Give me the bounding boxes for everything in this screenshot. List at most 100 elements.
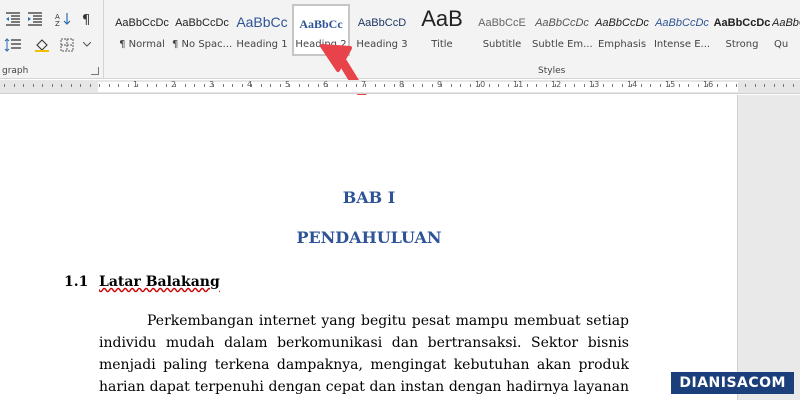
ruler-tick: [213, 84, 214, 87]
paragraph-group: AZ ¶ graph: [0, 0, 104, 79]
ruler-tick: [51, 84, 53, 87]
ruler-number: 13: [589, 80, 600, 89]
style-quote[interactable]: AaBbCcDc Qu: [772, 6, 800, 56]
document-area: BAB I PENDAHULUAN 1.1 Latar Balakang Per…: [0, 95, 800, 400]
ruler-tick: [716, 84, 718, 87]
ruler-number: 12: [551, 80, 562, 89]
ruler-tick: [412, 84, 414, 87]
ruler-tick: [127, 84, 129, 87]
line-spacing-button[interactable]: [4, 36, 22, 54]
ruler-tick: [574, 84, 575, 87]
ruler-tick: [374, 84, 376, 87]
ruler-tick: [346, 84, 347, 87]
ruler-tick: [251, 84, 252, 87]
sort-icon: AZ: [55, 13, 71, 26]
style-title[interactable]: AaB Title: [412, 6, 472, 56]
ruler-tick: [631, 84, 632, 87]
style-strong[interactable]: AaBbCcDc Strong: [712, 6, 772, 56]
sort-button[interactable]: AZ: [54, 10, 72, 28]
shading-button[interactable]: [34, 36, 52, 54]
chapter-subtitle: PENDAHULUAN: [296, 228, 442, 247]
ruler-tick: [460, 84, 461, 87]
ruler-tick: [726, 84, 727, 87]
style-heading-3[interactable]: AaBbCcD Heading 3: [352, 6, 412, 56]
ruler-tick: [441, 84, 442, 87]
pilcrow-icon: ¶: [82, 13, 90, 26]
ruler-tick: [498, 84, 499, 87]
ruler[interactable]: 1 2 3 4 5 6 7 8 9 10 11 12 13 14 15 16: [0, 80, 800, 94]
ruler-tick: [669, 84, 670, 87]
svg-text:¶: ¶: [82, 13, 90, 26]
ruler-tick: [564, 84, 566, 87]
style-subtitle[interactable]: AaBbCcE Subtitle: [472, 6, 532, 56]
borders-button[interactable]: [58, 36, 76, 54]
style-name: Intense E...: [653, 39, 711, 50]
ruler-tick: [735, 84, 737, 87]
heading-number: 1.1: [64, 274, 89, 290]
ruler-tick: [488, 84, 490, 87]
ruler-tick: [583, 84, 585, 87]
ruler-tick: [89, 84, 91, 87]
ruler-tick: [61, 84, 62, 87]
style-sample: AaBbCcDc: [713, 17, 771, 29]
show-formatting-button[interactable]: ¶: [78, 10, 96, 28]
ruler-tick: [792, 84, 794, 87]
ruler-tick: [42, 84, 43, 87]
style-sample: AaBbCcDc: [175, 17, 229, 29]
ruler-tick: [279, 84, 281, 87]
ruler-tick: [355, 84, 357, 87]
ruler-tick: [270, 84, 271, 87]
decrease-indent-icon: [6, 12, 20, 26]
ruler-tick: [13, 84, 15, 87]
ribbon: AZ ¶ graph AaBbCcDc ¶ Normal AaBbCcDc ¶ …: [0, 0, 800, 99]
ruler-tick: [32, 84, 34, 87]
ruler-tick: [232, 84, 233, 87]
style-normal[interactable]: AaBbCcDc ¶ Normal: [112, 6, 172, 56]
ruler-tick: [783, 84, 784, 87]
style-sample: AaBbCcD: [357, 17, 407, 29]
ruler-tick: [612, 84, 613, 87]
style-no-spacing[interactable]: AaBbCcDc ¶ No Spac...: [172, 6, 232, 56]
style-emphasis[interactable]: AaBbCcDc Emphasis: [592, 6, 652, 56]
heading-text: Latar Balakang: [99, 274, 220, 290]
style-name: ¶ Normal: [119, 39, 165, 50]
paragraph-dialog-launcher[interactable]: [91, 67, 99, 75]
ruler-tick: [384, 84, 385, 87]
ruler-tick: [156, 84, 157, 87]
line-spacing-icon: [4, 38, 21, 52]
styles-gallery: AaBbCcDc ¶ Normal AaBbCcDc ¶ No Spac... …: [112, 4, 800, 62]
ruler-tick: [298, 84, 300, 87]
ruler-tick: [203, 84, 205, 87]
style-heading-1[interactable]: AaBbCc Heading 1: [232, 6, 292, 56]
ruler-tick: [650, 84, 651, 87]
increase-indent-button[interactable]: [26, 10, 44, 28]
ruler-tick: [108, 84, 110, 87]
style-name: Heading 2: [295, 39, 347, 50]
document-page[interactable]: BAB I PENDAHULUAN 1.1 Latar Balakang Per…: [0, 95, 738, 400]
style-sample: AaBbCc: [236, 14, 288, 30]
ruler-tick: [545, 84, 547, 87]
ruler-tick: [479, 84, 480, 87]
style-name: Strong: [725, 39, 759, 50]
ruler-tick: [289, 84, 290, 87]
style-sample: AaBbCcDc: [772, 17, 800, 29]
ruler-tick: [4, 84, 5, 87]
ruler-number: 14: [627, 80, 638, 89]
ruler-tick: [260, 84, 262, 87]
style-intense-emphasis[interactable]: AaBbCcDc Intense E...: [652, 6, 712, 56]
borders-dropdown[interactable]: [78, 36, 96, 54]
ruler-tick: [469, 84, 471, 87]
watermark-logo: DIANISACOM: [671, 372, 794, 394]
ruler-tick: [99, 84, 100, 87]
ruler-tick: [526, 84, 528, 87]
style-name: Subtitle: [482, 39, 522, 50]
ruler-tick: [621, 84, 623, 87]
ruler-tick: [327, 84, 328, 87]
ruler-number: 16: [703, 80, 714, 89]
ruler-tick: [194, 84, 195, 87]
ruler-number: 10: [475, 80, 486, 89]
styles-group-label: Styles: [538, 66, 566, 76]
decrease-indent-button[interactable]: [4, 10, 22, 28]
style-subtle-emphasis[interactable]: AaBbCcDc Subtle Em...: [532, 6, 592, 56]
style-heading-2[interactable]: AaBbCc Heading 2: [292, 4, 350, 56]
